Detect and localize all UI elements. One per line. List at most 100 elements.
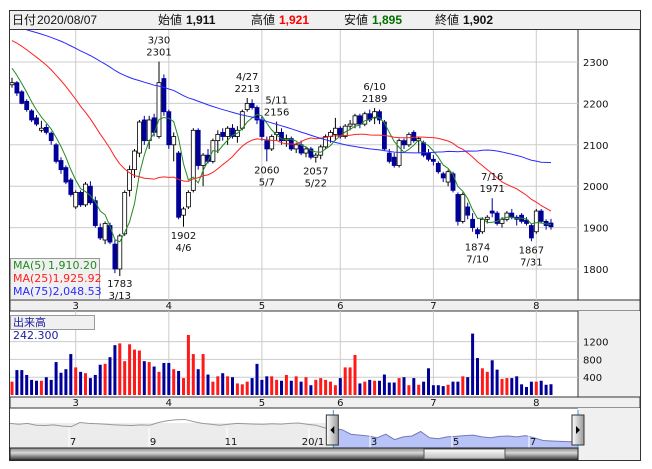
volume-bar — [378, 380, 381, 395]
candlestick — [78, 192, 83, 206]
volume-bar — [275, 379, 279, 395]
volume-bar — [25, 374, 29, 395]
volume-bar — [240, 384, 244, 395]
annotation-high-value: 2301 — [146, 48, 171, 59]
candlestick — [499, 218, 505, 224]
volume-bar — [329, 381, 332, 395]
candlestick — [533, 210, 539, 233]
volume-bar — [525, 386, 528, 395]
candlestick — [269, 136, 275, 150]
candlestick — [465, 206, 471, 216]
volume-bar — [54, 362, 58, 395]
volume-bar — [270, 376, 274, 395]
volume-bar — [431, 385, 435, 395]
ma-legend: MA(5) 1,910.20 MA(25) 1,925.92 MA(75) 2,048… — [10, 258, 102, 300]
volume-bar — [84, 373, 87, 395]
candlestick — [489, 210, 495, 214]
candlestick — [24, 100, 30, 111]
candlestick — [347, 123, 353, 127]
candlestick — [406, 134, 412, 146]
volume-bar — [147, 362, 151, 395]
month-label: 7 — [430, 301, 436, 312]
annotation-date: 4/6 — [175, 243, 191, 254]
volume-bar — [480, 368, 484, 395]
candlestick — [122, 192, 128, 235]
volume-bar — [544, 384, 548, 395]
candlestick — [10, 82, 15, 86]
low-value: 1,895 — [372, 13, 403, 27]
candlestick — [53, 144, 59, 162]
volume-bar — [15, 370, 19, 395]
candlestick — [529, 225, 534, 239]
volume-bar — [128, 344, 132, 395]
navigator-corner — [578, 408, 640, 460]
candlestick — [195, 129, 201, 166]
annotation-date: 7/16 — [481, 172, 503, 183]
volume-bar — [137, 350, 141, 395]
volume-bar — [294, 376, 298, 395]
volume-bar — [231, 377, 234, 395]
candlestick — [538, 210, 544, 222]
volume-bar — [515, 376, 519, 395]
month-label: 8 — [533, 301, 539, 312]
candlestick — [352, 115, 358, 125]
volume-bar — [319, 378, 323, 395]
candlestick — [470, 218, 476, 229]
month-label: 4 — [166, 301, 172, 312]
navigator-label: 9 — [150, 437, 156, 448]
candlestick — [391, 156, 397, 166]
date-label: 日付 — [12, 13, 37, 27]
volume-bar — [123, 361, 127, 395]
candlestick — [146, 119, 152, 142]
volume-bar — [412, 378, 416, 395]
candlestick — [504, 212, 510, 220]
volume-bar — [103, 363, 107, 395]
volume-bar — [358, 383, 362, 395]
month-label: 6 — [337, 301, 343, 312]
price-tick-label: 1800 — [583, 265, 608, 276]
candlestick — [200, 154, 206, 166]
volume-bar — [64, 369, 68, 395]
volume-bar — [162, 362, 166, 395]
volume-bar — [338, 378, 342, 395]
candlestick — [440, 173, 446, 179]
candlestick — [509, 212, 515, 218]
stock-chart[interactable]: 3/302301 4/272213 5/112156 6/102189 7/161971… — [0, 0, 652, 469]
candlestick — [39, 127, 44, 131]
annotation-high-value: 2213 — [234, 84, 259, 95]
volume-bar — [387, 382, 391, 395]
legend-ma75: MA(75) 2,048.53 — [13, 285, 102, 298]
volume-bar — [446, 384, 450, 395]
annotation-high-value: 1971 — [479, 184, 504, 195]
candlestick — [411, 131, 417, 142]
volume-bar — [422, 381, 426, 395]
volume-bar — [490, 360, 494, 395]
volume-bar — [529, 381, 533, 395]
high-label: 高値 — [251, 13, 276, 27]
month-label: 7 — [430, 398, 436, 409]
volume-bar — [392, 382, 396, 395]
navigator-label: 5 — [453, 437, 459, 448]
volume-bar — [201, 354, 205, 395]
candlestick — [293, 144, 299, 150]
candlestick — [107, 225, 113, 243]
candlestick — [313, 154, 319, 158]
candlestick — [460, 194, 466, 222]
candlestick — [249, 103, 255, 108]
annotation-high-value: 2156 — [264, 108, 289, 119]
scrollbar-thumb[interactable] — [423, 448, 506, 460]
volume-bar — [402, 377, 406, 395]
month-label: 6 — [337, 398, 343, 409]
volume-bar — [304, 377, 308, 395]
candlestick — [171, 136, 177, 146]
month-axis-bottom — [9, 396, 641, 409]
annotation-low-value: 1867 — [519, 245, 544, 256]
candlestick — [303, 148, 309, 154]
price-tick-label: 2000 — [583, 182, 608, 193]
volume-bar — [157, 371, 161, 395]
volume-bar — [348, 367, 352, 395]
close-value: 1,902 — [463, 13, 494, 27]
navigator[interactable]: 7 9 11 20/1 3 5 7 — [9, 410, 585, 461]
candlestick — [29, 110, 35, 121]
month-label: 4 — [166, 398, 172, 409]
